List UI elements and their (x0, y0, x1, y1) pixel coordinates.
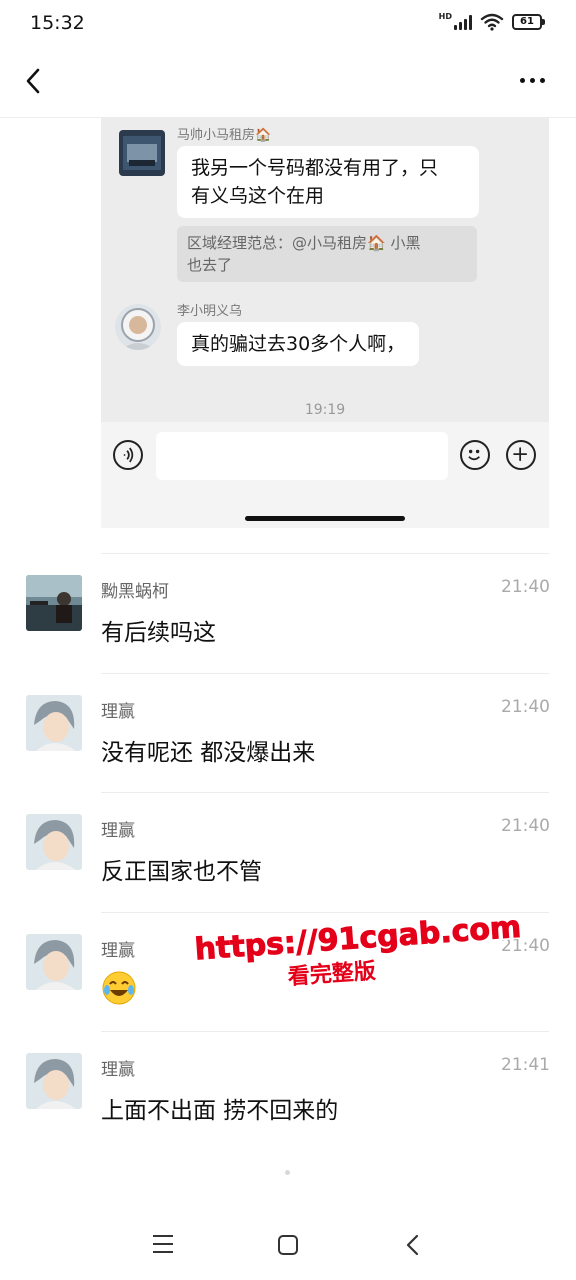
message-line: 我另一个号码都没有用了，只 (191, 157, 439, 179)
screen: 15:32 HD 61 马帅小马租房🏠 我另一个号码都没有用了，只 有义乌这个在… (0, 0, 576, 1280)
avatar[interactable] (26, 575, 82, 631)
comment-time: 21:41 (501, 1055, 550, 1075)
home-icon[interactable] (278, 1235, 298, 1255)
embedded-input-bar (101, 422, 549, 528)
comment-item[interactable]: 黝黑蜗柯 21:40 有后续吗这 (0, 553, 576, 673)
plus-icon (506, 440, 536, 470)
avatar[interactable] (26, 814, 82, 870)
divider (101, 912, 549, 913)
system-nav-bar (0, 1205, 576, 1280)
avatar[interactable] (26, 934, 82, 990)
comment-item[interactable]: 理赢 21:40 (0, 912, 576, 1032)
emoji-icon (460, 440, 490, 470)
divider (101, 553, 549, 554)
status-icons: HD 61 (438, 12, 545, 31)
sender-avatar (115, 304, 161, 350)
sender-name: 李小明义乌 (177, 304, 243, 319)
comment-item[interactable]: 理赢 21:40 反正国家也不管 (0, 792, 576, 912)
message-bubble: 我另一个号码都没有用了，只 有义乌这个在用 (177, 146, 479, 218)
comment-author[interactable]: 理赢 (101, 697, 135, 722)
voice-icon (113, 440, 143, 470)
comment-text: 反正国家也不管 (101, 859, 262, 885)
scroll-indicator (285, 1170, 290, 1175)
comment-time: 21:40 (501, 697, 550, 717)
sender-name: 马帅小马租房🏠 (177, 128, 272, 143)
tears-of-joy-emoji-icon (102, 971, 136, 1005)
home-indicator (245, 516, 405, 521)
sender-avatar (119, 130, 165, 176)
quote-line: 也去了 (187, 256, 233, 274)
battery-icon: 61 (512, 14, 545, 30)
embedded-text-input (156, 432, 448, 480)
comment-author[interactable]: 理赢 (101, 816, 135, 841)
comment-item[interactable]: 理赢 21:41 上面不出面 捞不回来的 (0, 1031, 576, 1151)
comment-text: 上面不出面 捞不回来的 (101, 1098, 339, 1124)
hd-indicator: HD (438, 12, 452, 21)
comment-time: 21:40 (501, 577, 550, 597)
comment-author[interactable]: 理赢 (101, 1055, 135, 1080)
comment-time: 21:40 (501, 936, 550, 956)
quote-line: 区域经理范总：@小马租房🏠 小黑 (187, 234, 421, 252)
comment-author[interactable]: 理赢 (101, 936, 135, 961)
comment-time: 21:40 (501, 816, 550, 836)
divider (101, 792, 549, 793)
divider (101, 1031, 549, 1032)
status-time: 15:32 (30, 12, 85, 34)
wifi-icon (480, 13, 504, 31)
comment-item[interactable]: 理赢 21:40 没有呢还 都没爆出来 (0, 673, 576, 793)
message-line: 有义乌这个在用 (191, 185, 325, 207)
avatar[interactable] (26, 1053, 82, 1109)
comment-text: 有后续吗这 (101, 620, 216, 646)
quoted-message: 区域经理范总：@小马租房🏠 小黑 也去了 (177, 226, 477, 282)
signal-icon (454, 14, 472, 30)
comment-author[interactable]: 黝黑蜗柯 (101, 577, 169, 602)
divider (101, 673, 549, 674)
comment-text: 没有呢还 都没爆出来 (101, 740, 316, 766)
more-dots-icon[interactable] (514, 70, 550, 90)
message-bubble: 真的骗过去30多个人啊， (177, 322, 420, 366)
back-icon[interactable] (18, 64, 52, 98)
recent-apps-icon[interactable] (153, 1235, 173, 1253)
avatar[interactable] (26, 695, 82, 751)
back-nav-icon[interactable] (403, 1233, 423, 1257)
nav-bar (0, 52, 576, 118)
status-bar: 15:32 HD 61 (0, 0, 576, 52)
message-text: 真的骗过去30多个人啊， (191, 333, 406, 355)
timestamp: 19:19 (304, 402, 346, 418)
